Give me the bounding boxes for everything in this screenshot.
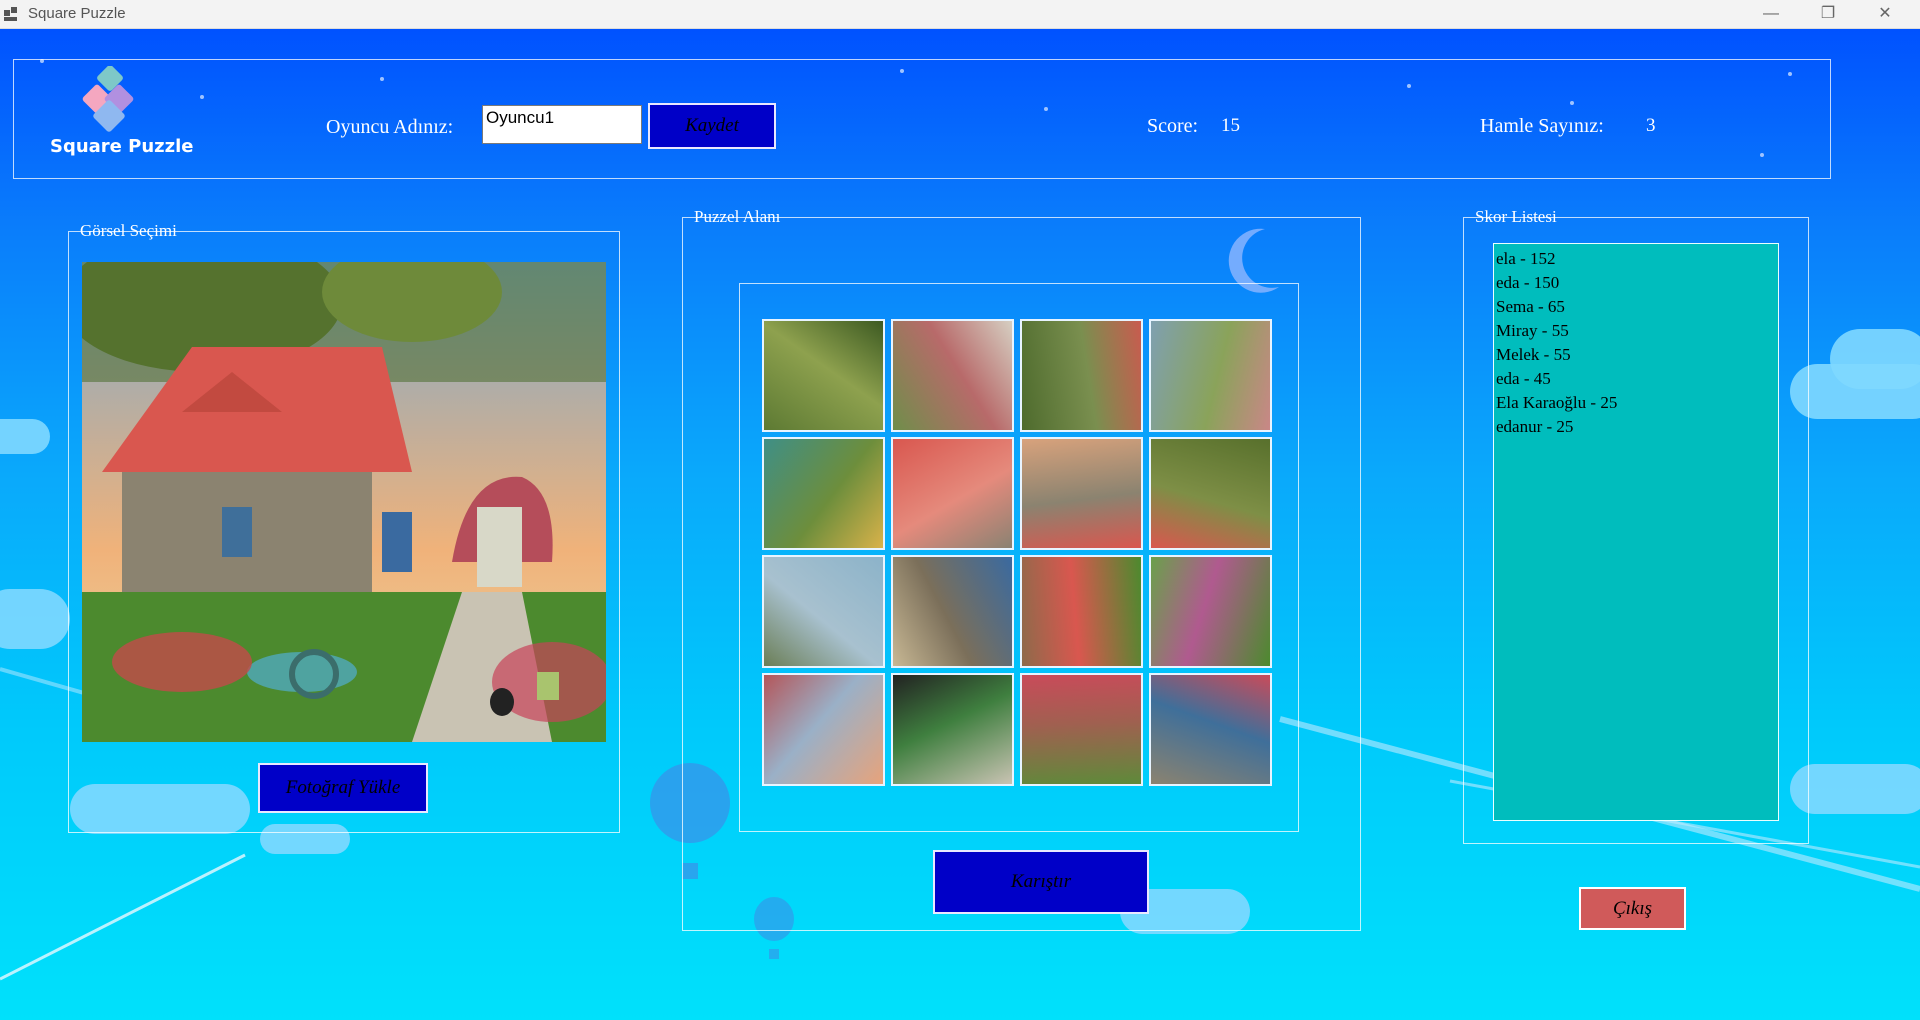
header-panel: Square Puzzle Oyuncu Adınız: Oyuncu1 Kay… — [13, 59, 1831, 179]
image-selection-panel: Görsel Seçimi Fotoğraf Yükle — [68, 221, 620, 833]
puzzle-tile[interactable] — [891, 555, 1014, 668]
puzzle-tile[interactable] — [1149, 673, 1272, 786]
list-item[interactable]: eda - 45 — [1496, 367, 1776, 391]
restore-icon[interactable]: ❐ — [1805, 0, 1851, 28]
puzzle-tile[interactable] — [1020, 319, 1143, 432]
puzzle-tile[interactable] — [1020, 673, 1143, 786]
puzzle-logo-icon — [82, 66, 134, 132]
shuffle-button[interactable]: Karıştır — [933, 850, 1149, 914]
upload-photo-button[interactable]: Fotoğraf Yükle — [258, 763, 428, 813]
list-item[interactable]: eda - 150 — [1496, 271, 1776, 295]
app-icon — [4, 7, 18, 21]
puzzle-tile[interactable] — [1149, 437, 1272, 550]
puzzle-tile[interactable] — [891, 319, 1014, 432]
puzzle-board — [739, 283, 1299, 832]
selected-image-preview — [82, 262, 606, 742]
puzzle-tile[interactable] — [762, 555, 885, 668]
puzzle-area-panel: Puzzel Alanı Karıştır — [682, 207, 1361, 931]
score-value: 15 — [1221, 115, 1240, 136]
score-label: Score: — [1147, 115, 1199, 137]
score-list-panel: Skor Listesi ela - 152 eda - 150 Sema - … — [1463, 207, 1809, 844]
puzzle-tile[interactable] — [1020, 437, 1143, 550]
puzzle-tile[interactable] — [891, 673, 1014, 786]
puzzle-tile[interactable] — [1149, 319, 1272, 432]
window-titlebar: Square Puzzle — ❐ ✕ — [0, 0, 1920, 29]
list-item[interactable]: Sema - 65 — [1496, 295, 1776, 319]
window-title: Square Puzzle — [28, 5, 126, 22]
image-selection-caption: Görsel Seçimi — [80, 221, 177, 240]
moves-value: 3 — [1646, 115, 1656, 136]
score-list[interactable]: ela - 152 eda - 150 Sema - 65 Miray - 55… — [1493, 243, 1779, 821]
list-item[interactable]: Miray - 55 — [1496, 319, 1776, 343]
save-button[interactable]: Kaydet — [648, 103, 776, 149]
puzzle-tile[interactable] — [762, 437, 885, 550]
exit-button[interactable]: Çıkış — [1579, 887, 1686, 930]
puzzle-area-caption: Puzzel Alanı — [694, 207, 781, 226]
minimize-icon[interactable]: — — [1748, 0, 1794, 28]
score-list-caption: Skor Listesi — [1475, 207, 1557, 226]
puzzle-tile[interactable] — [891, 437, 1014, 550]
list-item[interactable]: edanur - 25 — [1496, 415, 1776, 439]
player-name-input[interactable]: Oyuncu1 — [482, 105, 642, 144]
puzzle-tile[interactable] — [1149, 555, 1272, 668]
list-item[interactable]: ela - 152 — [1496, 247, 1776, 271]
list-item[interactable]: Ela Karaoğlu - 25 — [1496, 391, 1776, 415]
app-client-area: Square Puzzle Oyuncu Adınız: Oyuncu1 Kay… — [0, 29, 1920, 1020]
puzzle-tile[interactable] — [1020, 555, 1143, 668]
moves-label: Hamle Sayınız: — [1480, 115, 1604, 137]
player-name-label: Oyuncu Adınız: — [326, 116, 454, 138]
puzzle-tile[interactable] — [762, 319, 885, 432]
list-item[interactable]: Melek - 55 — [1496, 343, 1776, 367]
puzzle-tile[interactable] — [762, 673, 885, 786]
close-icon[interactable]: ✕ — [1862, 0, 1908, 28]
logo-text: Square Puzzle — [50, 136, 194, 157]
